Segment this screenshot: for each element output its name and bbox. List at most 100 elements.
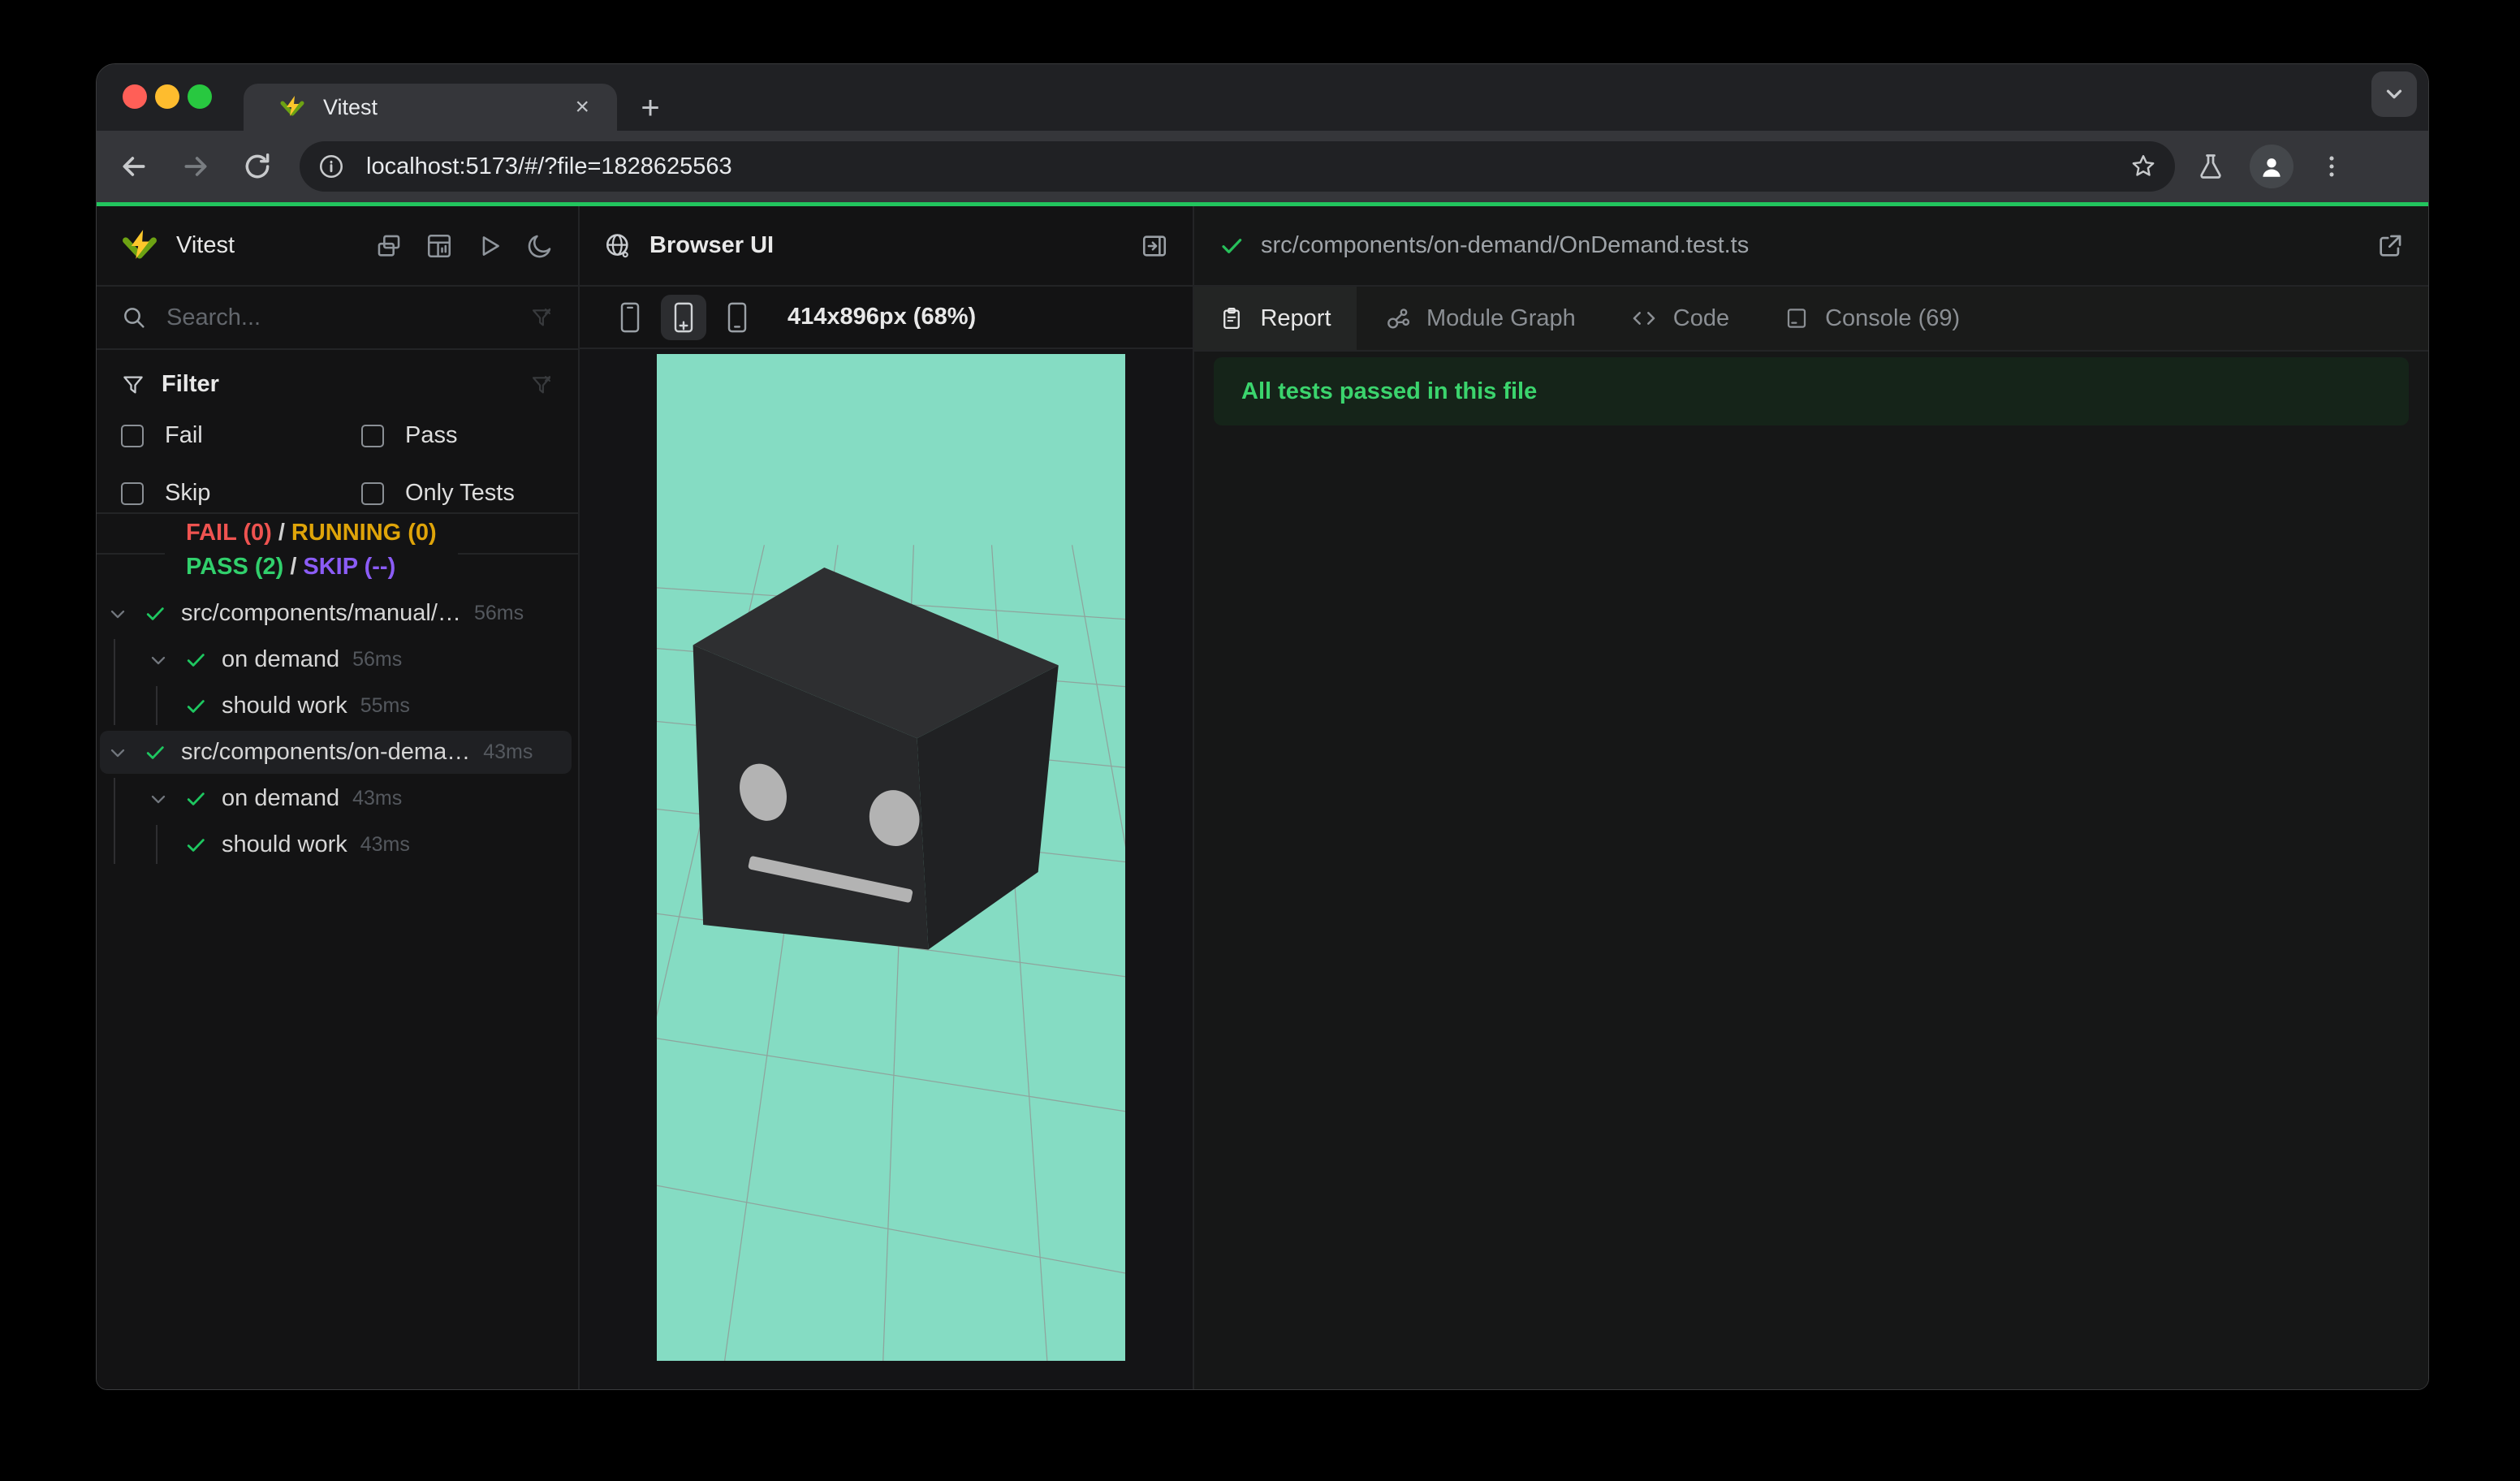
chevron-down-icon [2386,89,2402,99]
tested-app-viewport[interactable] [657,354,1125,1361]
browser-toolbar: localhost:5173/#/?file=1828625563 [97,131,2428,202]
skip-count: SKIP (--) [303,554,396,580]
file-pass-check-icon [1219,233,1245,259]
tab-module-graph[interactable]: Module Graph [1357,287,1603,350]
report-tabs: Report Module Graph Code Console (69) [1194,287,2428,350]
url-text[interactable]: localhost:5173/#/?file=1828625563 [366,153,2129,180]
pass-check-icon [184,788,207,810]
test-duration: 56ms [473,602,524,624]
tree-row-test[interactable]: should work 43ms [97,822,578,868]
dark-mode-moon-icon[interactable] [526,232,554,260]
device-phone-minus-button[interactable] [714,295,760,340]
maximize-window-button[interactable] [188,84,212,109]
external-link-icon[interactable] [2376,232,2404,260]
summary-line-1: FAIL (0) / RUNNING (0) [186,520,437,546]
device-toolbar: 414x896px (68%) [580,287,1193,348]
test-tree: src/components/manual/… 56ms on demand 5… [97,590,578,1389]
forward-button[interactable] [171,142,220,191]
url-bar[interactable]: localhost:5173/#/?file=1828625563 [300,141,2175,192]
clear-filter-icon[interactable] [529,373,554,397]
detach-windows-icon[interactable] [375,232,403,260]
3d-scene-cube-robot [657,354,1125,1361]
chevron-down-icon[interactable] [147,788,170,810]
close-window-button[interactable] [123,84,147,109]
tree-row-test[interactable]: should work 55ms [97,683,578,729]
reload-button[interactable] [233,142,282,191]
test-duration: 43ms [352,787,403,810]
run-all-play-icon[interactable] [476,232,503,260]
tree-row-suite[interactable]: on demand 56ms [97,637,578,683]
code-icon [1631,305,1657,331]
tab-search-button[interactable] [2371,71,2417,117]
pass-check-icon [184,649,207,671]
clear-search-filter-icon[interactable] [529,305,554,330]
pass-count: PASS (2) [186,554,284,580]
browser-ui-panel: Browser UI 414x896px (68%) [580,206,1194,1389]
profile-avatar[interactable] [2250,145,2293,188]
console-icon [1784,306,1809,330]
tab-title: Vitest [323,94,378,119]
clipboard-icon [1219,306,1244,330]
menu-dots-icon[interactable] [2318,153,2345,180]
tab-code[interactable]: Code [1603,287,1757,350]
tab-strip: Vitest × + [97,64,2428,131]
summary-line-2: PASS (2) / SKIP (--) [186,554,396,580]
search-icon [121,304,147,330]
bookmark-star-icon[interactable] [2129,153,2157,180]
filter-option-only-tests[interactable]: Only Tests [361,480,554,507]
browser-window: Vitest × + localhost:5173/#/?file=182862… [96,63,2429,1390]
device-phone-small-button[interactable] [607,295,653,340]
dashboard-icon[interactable] [425,232,453,260]
new-tab-button[interactable]: + [631,89,670,127]
tab-report[interactable]: Report [1194,287,1357,350]
sidebar-header: Vitest [97,206,578,285]
person-icon [2263,158,2281,177]
browser-ui-title: Browser UI [649,232,775,258]
experiments-flask-icon[interactable] [2196,152,2225,181]
tab-close-icon[interactable]: × [568,92,596,123]
viewport-size-label: 414x896px (68%) [788,304,977,330]
browser-tab[interactable]: Vitest × [244,84,617,131]
chevron-down-icon[interactable] [106,741,129,764]
pass-check-icon [144,741,166,764]
checkbox[interactable] [361,424,384,447]
tab-console[interactable]: Console (69) [1757,287,1987,350]
filter-option-fail[interactable]: Fail [121,422,361,449]
device-phone-plus-button[interactable] [661,294,706,340]
sidebar: Vitest Search... Filter Fail Pass Skip O… [97,206,580,1389]
fail-count: FAIL (0) [186,520,272,546]
pass-check-icon [144,602,166,625]
test-duration: 55ms [360,694,410,717]
tree-row-file-manual[interactable]: src/components/manual/… 56ms [97,590,578,637]
traffic-lights [123,84,212,109]
filter-option-pass[interactable]: Pass [361,422,554,449]
test-duration: 43ms [483,740,533,763]
minimize-window-button[interactable] [155,84,179,109]
site-info-icon[interactable] [317,153,345,180]
report-panel: src/components/on-demand/OnDemand.test.t… [1194,206,2428,1389]
globe-icon [604,232,632,260]
checkbox[interactable] [121,424,144,447]
file-header: src/components/on-demand/OnDemand.test.t… [1194,206,2428,285]
funnel-icon [121,373,145,397]
vitest-logo [121,228,158,264]
pass-check-icon [184,695,207,718]
tree-row-file-on-demand-selected[interactable]: src/components/on-dema… 43ms [97,729,578,775]
chevron-down-icon[interactable] [106,602,129,625]
browser-ui-header: Browser UI [580,206,1193,285]
toolbar-right-icons [2196,145,2345,188]
search-input[interactable] [166,304,529,331]
checkbox[interactable] [121,481,144,505]
open-panel-right-icon[interactable] [1141,232,1168,260]
filter-section: Filter Fail Pass Skip Only Tests [97,350,578,512]
vitest-app: Vitest Search... Filter Fail Pass Skip O… [97,206,2428,1389]
back-button[interactable] [110,142,158,191]
tree-row-suite[interactable]: on demand 43ms [97,775,578,822]
banner-text: All tests passed in this file [1241,378,1538,404]
chevron-down-icon[interactable] [147,649,170,671]
test-duration: 43ms [360,833,410,856]
pass-check-icon [184,834,207,857]
file-path: src/components/on-demand/OnDemand.test.t… [1261,232,1750,258]
filter-option-skip[interactable]: Skip [121,480,361,507]
checkbox[interactable] [361,481,384,505]
